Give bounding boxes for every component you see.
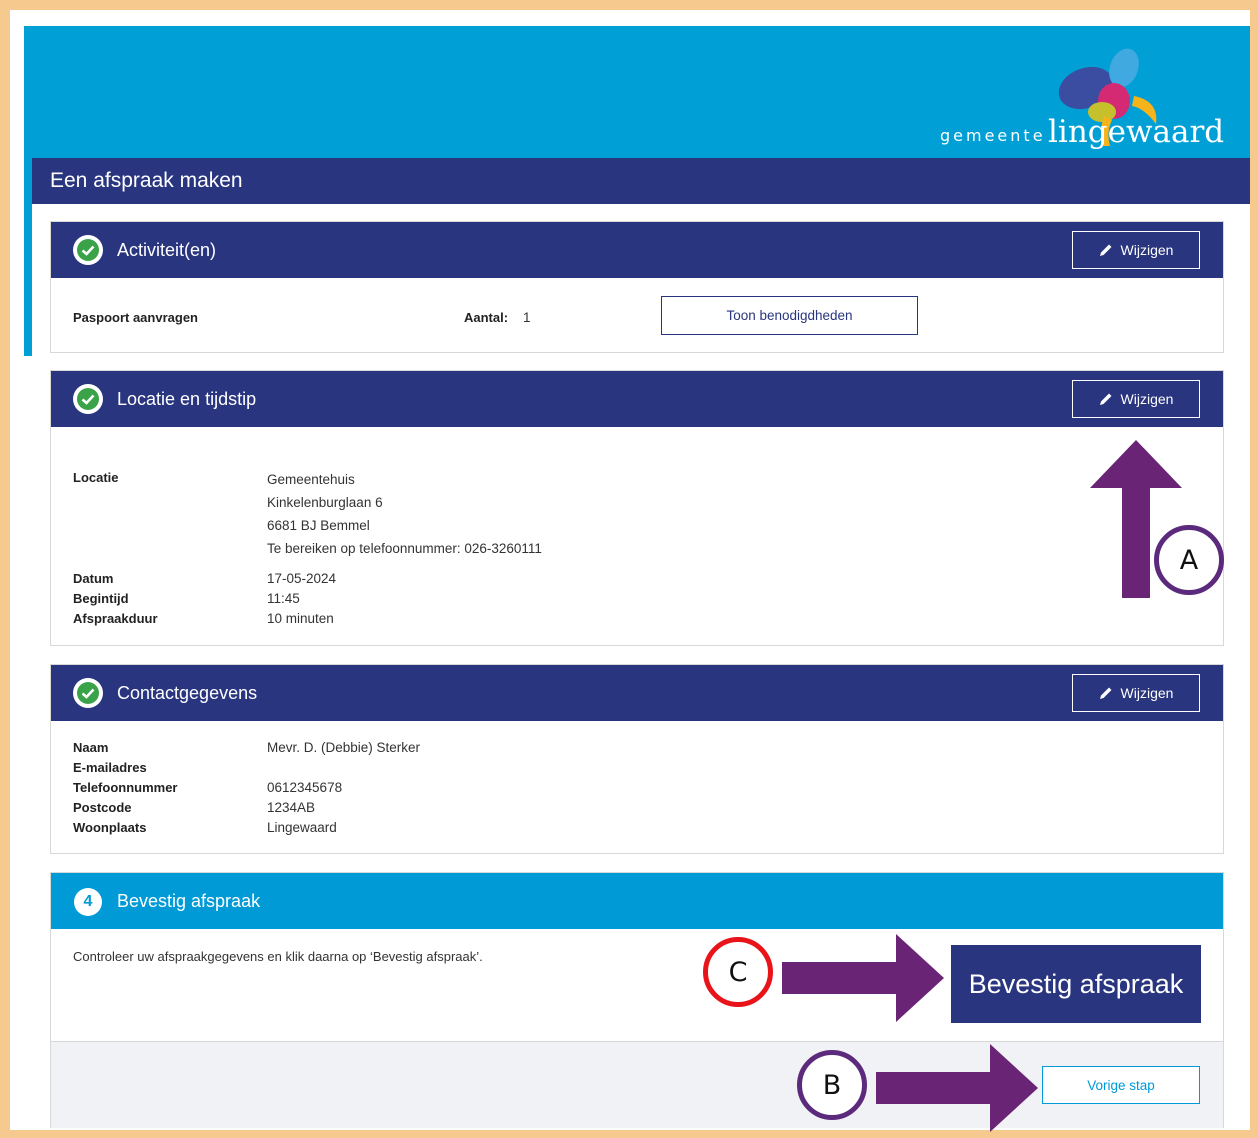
city-label: Woonplaats xyxy=(73,820,147,835)
duration-value: 10 minuten xyxy=(267,611,334,626)
annotation-marker-c: C xyxy=(703,937,773,1007)
date-value: 17-05-2024 xyxy=(267,571,337,586)
activity-item: Paspoort aanvragen xyxy=(73,310,198,325)
count-label: Aantal: xyxy=(464,310,509,325)
contact-title: Contactgegevens xyxy=(117,683,258,703)
location-label: Locatie xyxy=(73,470,119,485)
page-title: Een afspraak maken xyxy=(32,158,1250,204)
confirm-panel: 4 Bevestig afspraak Controleer uw afspra… xyxy=(50,872,1224,1128)
phone-label: Telefoonnummer xyxy=(73,780,178,795)
check-circle-icon xyxy=(73,678,103,708)
postcode-label: Postcode xyxy=(73,800,132,815)
check-circle-icon xyxy=(73,384,103,414)
activity-panel: Activiteit(en) Wijzigen Paspoort aanvrag… xyxy=(50,221,1224,353)
edit-label: Wijzigen xyxy=(1120,242,1174,258)
annotation-marker-a: A xyxy=(1154,525,1224,595)
step-number-badge: 4 xyxy=(74,888,102,916)
date-label: Datum xyxy=(73,571,114,586)
logo-prefix: gemeente xyxy=(940,126,1046,145)
confirm-appointment-button[interactable]: Bevestig afspraak xyxy=(951,945,1201,1023)
pencil-icon xyxy=(1099,687,1112,699)
screenshot-frame: gemeente lingewaard Een afspraak maken A… xyxy=(10,10,1250,1130)
start-time-label: Begintijd xyxy=(73,591,129,606)
count-value: 1 xyxy=(523,310,531,325)
edit-contact-button[interactable]: Wijzigen xyxy=(1072,674,1200,712)
confirm-panel-header: 4 Bevestig afspraak xyxy=(51,873,1223,929)
name-label: Naam xyxy=(73,740,109,755)
location-panel: Locatie en tijdstip Wijzigen Locatie Gem… xyxy=(50,370,1224,646)
duration-label: Afspraakduur xyxy=(73,611,158,626)
location-line: Kinkelenburglaan 6 xyxy=(267,495,383,510)
municipality-logo[interactable]: gemeente lingewaard xyxy=(924,46,1244,166)
pencil-icon xyxy=(1099,244,1112,256)
location-line: Te bereiken op telefoonnummer: 026-32601… xyxy=(267,541,542,556)
activity-panel-header: Activiteit(en) Wijzigen xyxy=(51,222,1223,278)
location-title: Locatie en tijdstip xyxy=(117,389,257,409)
confirm-title: Bevestig afspraak xyxy=(117,891,261,911)
name-value: Mevr. D. (Debbie) Sterker xyxy=(267,740,421,755)
annotation-marker-b: B xyxy=(797,1050,867,1120)
email-label: E-mailadres xyxy=(73,760,147,775)
start-time-value: 11:45 xyxy=(267,591,300,606)
location-panel-header: Locatie en tijdstip Wijzigen xyxy=(51,371,1223,427)
contact-panel: Contactgegevens Wijzigen Naam Mevr. D. (… xyxy=(50,664,1224,854)
activity-title: Activiteit(en) xyxy=(117,240,217,260)
edit-label: Wijzigen xyxy=(1120,685,1174,701)
postcode-value: 1234AB xyxy=(267,800,316,815)
check-circle-icon xyxy=(73,235,103,265)
contact-panel-header: Contactgegevens Wijzigen xyxy=(51,665,1223,721)
previous-step-button[interactable]: Vorige stap xyxy=(1042,1066,1200,1104)
confirm-instruction: Controleer uw afspraakgegevens en klik d… xyxy=(73,949,483,964)
location-line: Gemeentehuis xyxy=(267,472,355,487)
edit-label: Wijzigen xyxy=(1120,391,1174,407)
panel-footer: Vorige stap xyxy=(51,1041,1223,1128)
logo-name: lingewaard xyxy=(1048,114,1225,150)
main-content: Een afspraak maken Activiteit(en) Wijzig… xyxy=(32,158,1250,1130)
pencil-icon xyxy=(1099,393,1112,405)
phone-value: 0612345678 xyxy=(267,780,343,795)
city-value: Lingewaard xyxy=(267,820,337,835)
edit-activity-button[interactable]: Wijzigen xyxy=(1072,231,1200,269)
show-requirements-button[interactable]: Toon benodigdheden xyxy=(661,296,918,335)
location-line: 6681 BJ Bemmel xyxy=(267,518,370,533)
edit-location-button[interactable]: Wijzigen xyxy=(1072,380,1200,418)
